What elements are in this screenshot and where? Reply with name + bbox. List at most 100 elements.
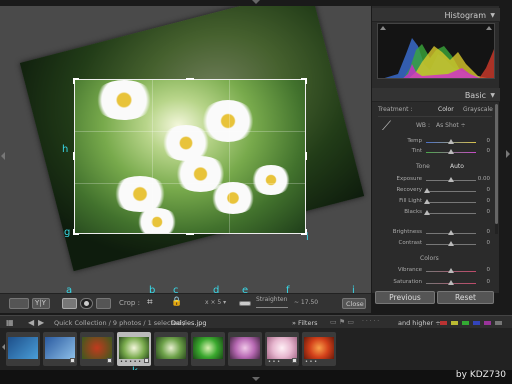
brightness-label: Brightness bbox=[392, 229, 422, 235]
rating-filter-dropdown[interactable]: and higher ÷ bbox=[398, 319, 441, 327]
white-balance-eyedropper-icon[interactable]: ⟋ bbox=[382, 119, 391, 134]
filmstrip-thumbnail[interactable] bbox=[228, 332, 262, 366]
exposure-slider-row[interactable]: Exposure 0.00 bbox=[372, 176, 500, 184]
top-panel-toggle-icon[interactable] bbox=[252, 0, 260, 4]
slider-knob[interactable] bbox=[448, 241, 454, 246]
crop-side-handle[interactable] bbox=[186, 78, 194, 80]
slider-knob[interactable] bbox=[448, 177, 454, 182]
collapse-triangle-icon[interactable]: ▼ bbox=[490, 12, 495, 19]
right-panel-toggle-icon[interactable] bbox=[506, 150, 510, 158]
filmstrip-filename[interactable]: Daisies.jpg bbox=[171, 319, 207, 327]
filmstrip-scroll-triangle-icon[interactable] bbox=[2, 344, 5, 350]
histogram-panel-header[interactable]: Histogram ▼ bbox=[372, 8, 500, 22]
crop-grid-line bbox=[152, 80, 153, 233]
author-watermark: by KDZ730 bbox=[455, 370, 506, 380]
thumbnail-image bbox=[230, 337, 260, 359]
auto-tone-button[interactable]: Auto bbox=[450, 163, 464, 170]
callout-c: c bbox=[173, 285, 179, 293]
color-label-filter-gray[interactable] bbox=[495, 321, 502, 325]
slider-knob[interactable] bbox=[424, 199, 430, 204]
slider-knob[interactable] bbox=[448, 149, 454, 154]
filmstrip-thumbnail[interactable]: • • • bbox=[302, 332, 336, 366]
edit-badge-icon bbox=[70, 358, 75, 363]
grid-view-icon[interactable]: ▦ bbox=[6, 318, 14, 327]
filmstrip-thumbnail[interactable]: • • • bbox=[265, 332, 299, 366]
crop-corner-handle[interactable] bbox=[73, 229, 79, 235]
star-filter-icons[interactable]: · · · · · bbox=[362, 318, 379, 325]
filmstrip-thumbnail[interactable] bbox=[80, 332, 114, 366]
straighten-slider[interactable] bbox=[256, 307, 288, 308]
color-label-filter-yellow[interactable] bbox=[451, 321, 458, 325]
tint-slider-row[interactable]: Tint 0 bbox=[372, 148, 500, 156]
slider-knob[interactable] bbox=[448, 230, 454, 235]
straighten-tool-button[interactable] bbox=[239, 301, 251, 306]
reset-button[interactable]: Reset bbox=[437, 291, 494, 304]
treatment-grayscale-option[interactable]: Grayscale bbox=[463, 106, 493, 113]
close-label: Close bbox=[346, 300, 364, 308]
panel-scrollbar-thumb[interactable] bbox=[495, 104, 498, 224]
image-canvas[interactable]: h g i a b c d e f j bbox=[0, 6, 371, 293]
crop-overlay-tool-button[interactable] bbox=[62, 298, 77, 309]
red-eye-tool-button[interactable] bbox=[80, 298, 93, 309]
slider-knob[interactable] bbox=[448, 139, 454, 144]
filmstrip-thumbnail-selected[interactable]: • • • • • bbox=[117, 332, 151, 366]
crop-overlay[interactable] bbox=[74, 79, 306, 234]
previous-button[interactable]: Previous bbox=[375, 291, 435, 304]
wb-preset-dropdown[interactable]: As Shot ÷ bbox=[436, 122, 466, 129]
color-label-filter-blue[interactable] bbox=[473, 321, 480, 325]
callout-f: f bbox=[286, 285, 290, 293]
histogram-curves bbox=[384, 38, 494, 78]
highlight-clipping-icon[interactable] bbox=[486, 26, 492, 30]
saturation-slider-row[interactable]: Saturation 0 bbox=[372, 279, 500, 287]
crop-corner-handle[interactable] bbox=[301, 78, 307, 84]
filmstrip-thumbnail[interactable] bbox=[154, 332, 188, 366]
tint-label: Tint bbox=[411, 148, 422, 154]
straighten-label: Straighten bbox=[256, 296, 288, 303]
color-label-filter-purple[interactable] bbox=[484, 321, 491, 325]
filmstrip-thumbnail[interactable] bbox=[6, 332, 40, 366]
blacks-slider-row[interactable]: Blacks 0 bbox=[372, 209, 500, 217]
crop-side-handle[interactable] bbox=[73, 152, 75, 160]
crop-corner-handle[interactable] bbox=[73, 78, 79, 84]
crop-frame-icon[interactable]: ⌗ bbox=[147, 297, 153, 308]
collapse-triangle-icon[interactable]: ▼ bbox=[490, 92, 495, 99]
crop-side-handle[interactable] bbox=[186, 233, 194, 235]
brightness-slider-row[interactable]: Brightness 0 bbox=[372, 229, 500, 237]
filmstrip-thumbnail[interactable] bbox=[43, 332, 77, 366]
thumbnail-image bbox=[304, 337, 334, 359]
crop-side-handle[interactable] bbox=[305, 152, 307, 160]
shadow-clipping-icon[interactable] bbox=[380, 26, 386, 30]
loupe-view-button[interactable] bbox=[9, 298, 29, 309]
aspect-ratio-dropdown[interactable]: x × 5 ▾ bbox=[205, 299, 226, 306]
filters-label[interactable]: » Filters bbox=[292, 319, 318, 327]
left-panel-toggle-icon[interactable] bbox=[1, 152, 5, 160]
basic-panel-header[interactable]: Basic ▼ bbox=[372, 88, 500, 102]
fill-light-slider-row[interactable]: Fill Light 0 bbox=[372, 198, 500, 206]
bottom-panel-toggle-icon[interactable] bbox=[252, 377, 260, 381]
filmstrip[interactable]: • • • • • • • • • • • bbox=[0, 329, 512, 370]
color-label-filter-red[interactable] bbox=[440, 321, 447, 325]
filmstrip-thumbnail[interactable] bbox=[191, 332, 225, 366]
contrast-slider-row[interactable]: Contrast 0 bbox=[372, 240, 500, 248]
treatment-color-option[interactable]: Color bbox=[438, 106, 454, 113]
close-crop-button[interactable]: Close bbox=[342, 298, 366, 309]
slider-knob[interactable] bbox=[424, 210, 430, 215]
vibrance-slider-row[interactable]: Vibrance 0 bbox=[372, 267, 500, 275]
flag-filter-icons[interactable]: ▭ ⚑ ▭ bbox=[330, 318, 354, 326]
back-arrow-icon[interactable]: ◀ bbox=[28, 318, 34, 327]
spot-removal-tool-button[interactable] bbox=[96, 298, 111, 309]
edit-toolbar: Y|Y Crop : ⌗ 🔒 x × 5 ▾ Straighten ~ 17.5… bbox=[0, 293, 371, 313]
rating-dots: • • • bbox=[305, 359, 318, 365]
recovery-slider-row[interactable]: Recovery 0 bbox=[372, 187, 500, 195]
slider-knob[interactable] bbox=[448, 280, 454, 285]
slider-knob[interactable] bbox=[448, 268, 454, 273]
color-label-filter-green[interactable] bbox=[462, 321, 469, 325]
before-after-button[interactable]: Y|Y bbox=[32, 298, 50, 309]
forward-arrow-icon[interactable]: ▶ bbox=[38, 318, 44, 327]
thumbnail-image bbox=[156, 337, 186, 359]
straighten-angle-value: ~ 17.50 bbox=[294, 299, 319, 306]
contrast-label: Contrast bbox=[398, 240, 422, 246]
temp-slider-row[interactable]: Temp 0 bbox=[372, 138, 500, 146]
slider-knob[interactable] bbox=[424, 188, 430, 193]
lock-icon[interactable]: 🔒 bbox=[171, 297, 182, 307]
